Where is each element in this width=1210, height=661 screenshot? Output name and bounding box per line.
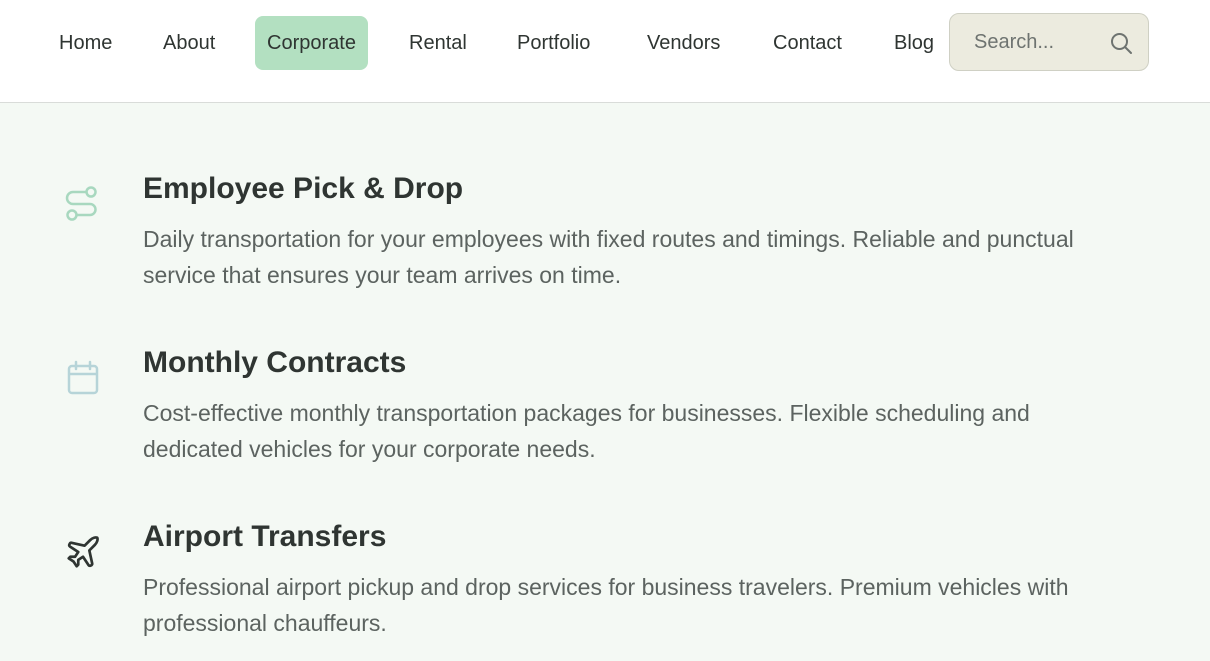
service-description: Daily transportation for your employees …: [143, 226, 1074, 288]
nav-item-vendors[interactable]: Vendors: [635, 16, 732, 70]
service-title: Employee Pick & Drop: [143, 172, 464, 205]
top-navigation-bar: Home About Corporate Rental Portfolio Ve…: [0, 0, 1210, 103]
service-description: Cost-effective monthly transportation pa…: [143, 400, 1030, 462]
nav-item-about[interactable]: About: [151, 16, 227, 70]
plane-icon: [67, 536, 99, 568]
calendar-icon: [67, 360, 99, 395]
nav-item-corporate[interactable]: Corporate: [255, 16, 368, 70]
service-description: Professional airport pickup and drop ser…: [143, 574, 1069, 636]
search-box: [949, 13, 1149, 71]
service-title: Airport Transfers: [143, 520, 387, 553]
nav-item-portfolio[interactable]: Portfolio: [505, 16, 602, 70]
nav-item-contact[interactable]: Contact: [761, 16, 854, 70]
route-icon: [65, 186, 97, 221]
nav-item-rental[interactable]: Rental: [397, 16, 479, 70]
service-title: Monthly Contracts: [143, 346, 407, 379]
nav-item-home[interactable]: Home: [47, 16, 124, 70]
nav-item-blog[interactable]: Blog: [882, 16, 946, 70]
search-icon[interactable]: [1109, 31, 1133, 55]
search-input[interactable]: [951, 15, 1101, 69]
